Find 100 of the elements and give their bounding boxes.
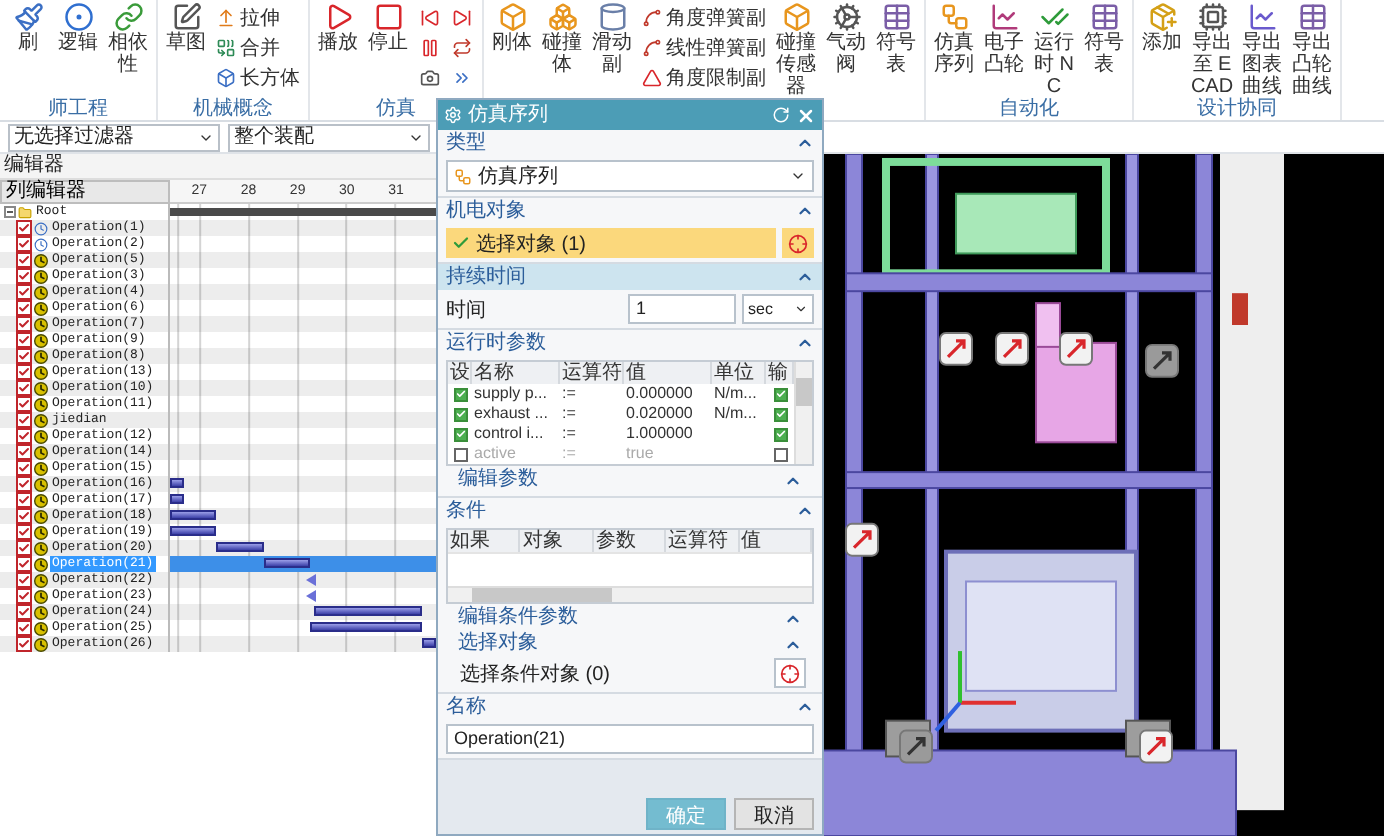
ribbon-button[interactable]: 导出至 ECAD <box>1188 0 1236 98</box>
section-header[interactable]: 名称 <box>438 694 822 720</box>
checkbox[interactable] <box>16 236 32 252</box>
repeat-icon <box>452 38 472 58</box>
ribbon-button[interactable]: 拉伸 <box>212 4 304 32</box>
type-dropdown[interactable]: 仿真序列 <box>446 160 814 192</box>
settings-icon[interactable] <box>444 106 462 124</box>
gantt-bar[interactable] <box>310 622 423 632</box>
ribbon-button[interactable]: 刚体 <box>488 0 536 54</box>
section-header[interactable]: 类型 <box>438 130 822 156</box>
ribbon-button[interactable]: 长方体 <box>212 64 304 92</box>
dialog-button[interactable]: 取消 <box>734 798 814 830</box>
toolbar-button[interactable] <box>450 36 474 60</box>
spring-icon <box>642 8 662 28</box>
unit-select[interactable]: sec <box>742 294 814 324</box>
gantt-bar[interactable] <box>422 638 436 648</box>
checkbox[interactable] <box>16 428 32 444</box>
filter-select[interactable]: 无选择过滤器 <box>8 123 220 151</box>
gantt-bar[interactable] <box>170 526 216 536</box>
checkbox[interactable] <box>16 476 32 492</box>
checkbox[interactable] <box>773 407 787 421</box>
toolbar-button[interactable] <box>450 6 474 30</box>
checkbox[interactable] <box>16 460 32 476</box>
ribbon-button[interactable]: 仿真序列 <box>930 0 978 76</box>
checkbox[interactable] <box>16 508 32 524</box>
gantt-bar[interactable] <box>170 510 216 520</box>
checkbox[interactable] <box>453 407 467 421</box>
input-field[interactable]: 1 <box>628 294 736 324</box>
ribbon-button[interactable]: 停止 <box>364 0 412 54</box>
ribbon-button[interactable]: 添加 <box>1138 0 1186 54</box>
gantt-bar[interactable] <box>263 558 311 568</box>
checkbox[interactable] <box>453 387 467 401</box>
scrollbar[interactable] <box>794 362 812 464</box>
checkbox[interactable] <box>16 396 32 412</box>
ribbon-button[interactable]: 滑动副 <box>588 0 636 76</box>
checkbox[interactable] <box>16 412 32 428</box>
toolbar-button[interactable] <box>418 36 442 60</box>
scrollbar[interactable] <box>448 586 812 602</box>
section-header[interactable]: 持续时间 <box>438 264 822 290</box>
checkbox[interactable] <box>773 427 787 441</box>
ribbon-button[interactable]: 合并 <box>212 34 304 62</box>
section-header[interactable]: 机电对象 <box>438 198 822 224</box>
filter-select[interactable]: 整个装配 <box>228 123 430 151</box>
gantt-bar[interactable] <box>215 542 264 552</box>
checkbox[interactable] <box>16 540 32 556</box>
ribbon-button[interactable]: 角度限制副 <box>638 64 770 92</box>
ribbon-button[interactable]: 导出图表曲线 <box>1238 0 1286 98</box>
checkbox[interactable] <box>453 427 467 441</box>
input-field[interactable]: Operation(21) <box>446 724 814 754</box>
selection-field[interactable]: 选择对象 (1) <box>446 228 776 258</box>
checkbox[interactable] <box>16 348 32 364</box>
subsection-header[interactable]: 选择对象 <box>446 632 814 656</box>
ribbon-button[interactable]: 符号表 <box>1080 0 1128 76</box>
checkbox[interactable] <box>16 332 32 348</box>
ribbon-button[interactable]: 电子凸轮 <box>980 0 1028 76</box>
checkbox[interactable] <box>16 220 32 236</box>
checkbox[interactable] <box>16 380 32 396</box>
checkbox[interactable] <box>16 588 32 604</box>
ribbon-button[interactable]: 符号表 <box>872 0 920 76</box>
gantt-bar[interactable] <box>170 478 184 488</box>
crosshair-button[interactable] <box>782 228 814 258</box>
milestone-marker[interactable] <box>305 574 316 586</box>
section-header[interactable]: 条件 <box>438 498 822 524</box>
checkbox[interactable] <box>16 556 32 572</box>
subsection-header[interactable]: 编辑条件参数 <box>446 606 814 630</box>
ribbon-button[interactable]: 相依性 <box>104 0 152 76</box>
checkbox[interactable] <box>16 572 32 588</box>
checkbox[interactable] <box>16 604 32 620</box>
checkbox[interactable] <box>16 300 32 316</box>
ribbon-button[interactable]: 刷 <box>4 0 52 54</box>
ribbon-button[interactable]: 角度弹簧副 <box>638 4 770 32</box>
ribbon-button[interactable]: 碰撞传感器 <box>772 0 820 98</box>
checkbox[interactable] <box>16 364 32 380</box>
ribbon-button[interactable]: 导出凸轮曲线 <box>1288 0 1336 98</box>
gantt-bar[interactable] <box>313 606 423 616</box>
checkbox[interactable] <box>773 387 787 401</box>
ribbon-button[interactable]: 碰撞体 <box>538 0 586 76</box>
reset-icon[interactable] <box>772 106 790 124</box>
checkbox[interactable] <box>16 252 32 268</box>
checkbox[interactable] <box>16 636 32 652</box>
checkbox[interactable] <box>16 492 32 508</box>
ribbon-button[interactable]: 播放 <box>314 0 362 54</box>
ribbon-button[interactable]: 气动阀 <box>822 0 870 76</box>
section-header[interactable]: 运行时参数 <box>438 330 822 356</box>
ribbon-button[interactable]: 逻辑 <box>54 0 102 54</box>
checkbox[interactable] <box>16 524 32 540</box>
crosshair-button[interactable] <box>774 658 806 688</box>
subsection-header[interactable]: 编辑参数 <box>446 468 814 492</box>
toolbar-button[interactable] <box>418 66 442 90</box>
checkbox[interactable] <box>16 444 32 460</box>
checkbox[interactable] <box>16 620 32 636</box>
ribbon-button[interactable]: 运行时 NC <box>1030 0 1078 98</box>
checkbox[interactable] <box>16 284 32 300</box>
ribbon-button[interactable]: 草图 <box>162 0 210 54</box>
toolbar-button[interactable] <box>418 6 442 30</box>
close-icon[interactable] <box>796 105 816 125</box>
checkbox[interactable] <box>16 316 32 332</box>
ribbon-button[interactable]: 线性弹簧副 <box>638 34 770 62</box>
gantt-bar[interactable] <box>170 494 184 504</box>
checkbox[interactable] <box>16 268 32 284</box>
